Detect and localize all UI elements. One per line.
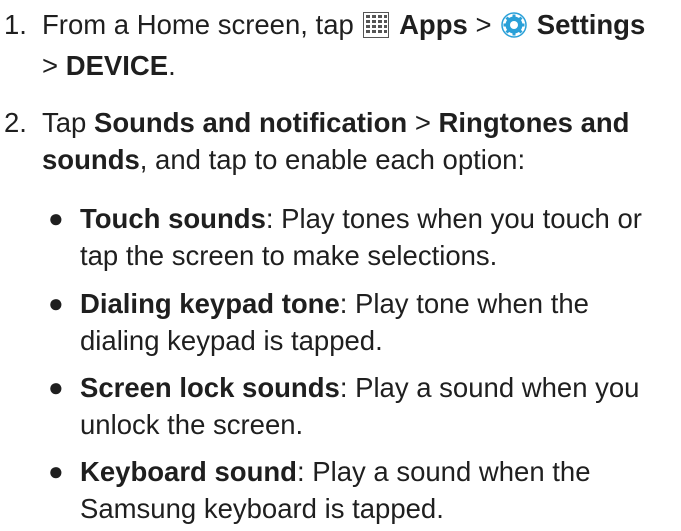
settings-label: Settings (536, 9, 646, 40)
option-name: Keyboard sound (80, 456, 297, 487)
option-text: Screen lock sounds: Play a sound when yo… (80, 369, 677, 443)
bullet-icon: ● (48, 203, 64, 233)
step-line: > DEVICE. (42, 47, 677, 84)
step-text-part: , and tap to enable each option: (139, 144, 526, 175)
option-desc: : Play tones when you touch or (265, 203, 642, 234)
step-line: Tap Sounds and notification > Ringtones … (42, 104, 677, 141)
option-desc: : Play a sound when the (296, 456, 591, 487)
option-name: Dialing keypad tone (80, 288, 340, 319)
option-desc-cont: dialing keypad is tapped. (80, 325, 383, 356)
separator: > (475, 9, 492, 40)
step-line: From a Home screen, tap Apps > Settings (42, 6, 677, 47)
option-desc-cont: unlock the screen. (80, 409, 304, 440)
step-text: Tap Sounds and notification > Ringtones … (42, 104, 677, 178)
ringtones-label-cont: sounds (42, 144, 140, 175)
option-desc-cont: Samsung keyboard is tapped. (80, 493, 444, 524)
bullet-icon: ● (48, 288, 64, 318)
ringtones-label: Ringtones and (438, 107, 630, 138)
option-desc: : Play a sound when you (339, 372, 640, 403)
separator: > (414, 107, 431, 138)
separator: > (42, 50, 59, 81)
option-text: Touch sounds: Play tones when you touch … (80, 200, 677, 274)
option-name: Screen lock sounds (80, 372, 340, 403)
option-name: Touch sounds (80, 203, 266, 234)
settings-gear-icon (501, 10, 527, 47)
step-text: From a Home screen, tap Apps > Settings … (42, 6, 677, 84)
option-desc-cont: tap the screen to make selections. (80, 240, 498, 271)
step-number: 1. (4, 9, 27, 40)
step-line: sounds, and tap to enable each option: (42, 141, 677, 178)
device-label: DEVICE (65, 50, 169, 81)
sounds-label: Sounds and notification (93, 107, 408, 138)
bullet-icon: ● (48, 372, 64, 402)
step-number: 2. (4, 107, 27, 138)
option-text: Keyboard sound: Play a sound when the Sa… (80, 453, 677, 527)
bullet-icon: ● (48, 456, 64, 486)
option-desc: : Play tone when the (339, 288, 589, 319)
step-text-part: From a Home screen, tap (42, 9, 354, 40)
step-text-part: Tap (42, 107, 87, 138)
step-text-part: . (168, 50, 176, 81)
instructions-page: 1. From a Home screen, tap Apps > Settin… (0, 0, 681, 531)
option-text: Dialing keypad tone: Play tone when the … (80, 285, 677, 359)
apps-grid-icon (363, 10, 390, 47)
apps-label: Apps (399, 9, 468, 40)
